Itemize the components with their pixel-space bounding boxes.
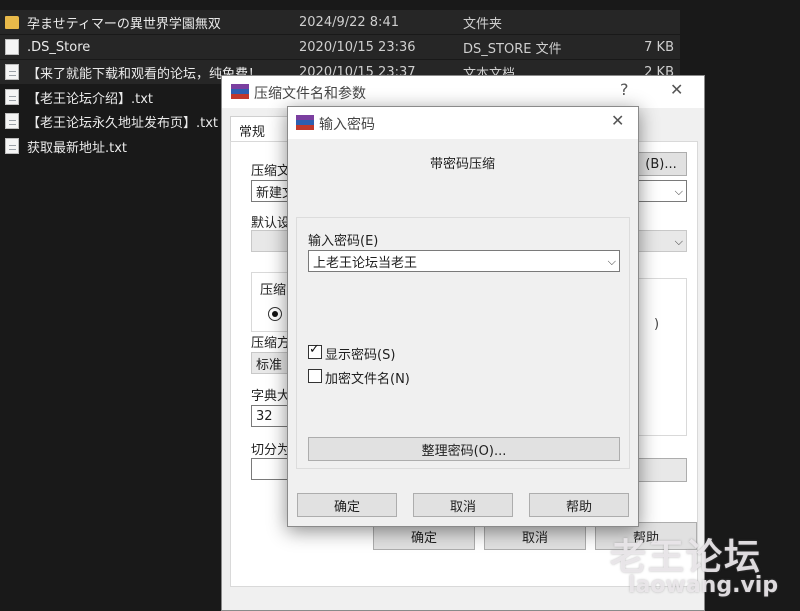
file-row[interactable]: .DS_Store 2020/10/15 23:36 DS_STORE 文件 7… — [0, 35, 680, 59]
archive-name-label: 压缩文 — [251, 164, 291, 179]
format-radio-button[interactable] — [268, 307, 282, 321]
text-file-icon — [5, 138, 19, 154]
archive-dialog-titlebar[interactable]: 压缩文件名和参数 ? ✕ — [222, 76, 704, 108]
password-label: 输入密码(E) — [308, 234, 379, 249]
password-value: 上老王论坛当老王 — [313, 255, 418, 271]
file-name: .DS_Store — [27, 39, 91, 55]
file-name: 【老王论坛永久地址发布页】.txt — [27, 115, 219, 131]
file-date: 2020/10/15 23:36 — [299, 39, 416, 55]
file-date: 2024/9/22 8:41 — [299, 14, 399, 30]
tab-general[interactable]: 常规 — [230, 116, 294, 142]
chevron-down-icon[interactable]: ⌵ — [675, 235, 683, 249]
watermark-url: laowang.vip — [628, 573, 779, 598]
password-cancel-button[interactable]: 取消 — [413, 493, 513, 517]
archive-dialog-title: 压缩文件名和参数 — [254, 86, 366, 102]
password-dialog-titlebar[interactable]: 输入密码 ✕ — [288, 107, 638, 139]
close-icon[interactable]: ✕ — [611, 111, 624, 130]
password-panel: 输入密码(E) 上老王论坛当老王 ⌵ ✓ 显示密码(S) 加密文件名(N) 整理… — [296, 217, 630, 469]
compression-method-label: 压缩方 — [251, 336, 291, 351]
text-file-icon — [5, 64, 19, 80]
compression-method-value: 标准 — [256, 357, 283, 373]
dictionary-size-value: 32 — [256, 408, 273, 424]
browse-button[interactable]: (B)... — [635, 152, 687, 176]
file-icon — [5, 39, 19, 55]
encrypt-filenames-label[interactable]: 加密文件名(N) — [325, 368, 410, 387]
password-ok-button[interactable]: 确定 — [297, 493, 397, 517]
file-type: DS_STORE 文件 — [463, 41, 562, 57]
enter-password-dialog: 输入密码 ✕ 带密码压缩 输入密码(E) 上老王论坛当老王 ⌵ ✓ 显示密码(S… — [287, 106, 639, 527]
show-password-label[interactable]: 显示密码(S) — [325, 344, 395, 363]
file-name: 孕ませティマーの異世界学園無双 — [27, 16, 221, 32]
close-icon[interactable]: ✕ — [670, 80, 683, 99]
checkmark-icon: ✓ — [309, 342, 320, 357]
file-size: 7 KB — [644, 39, 674, 55]
text-file-icon — [5, 113, 19, 129]
show-password-checkbox[interactable]: ✓ — [308, 342, 322, 359]
file-name: 【老王论坛介绍】.txt — [27, 91, 154, 107]
option-paren-text: ) — [654, 317, 660, 332]
dictionary-size-label: 字典大 — [251, 389, 291, 404]
file-row[interactable]: 孕ませティマーの異世界学園無双 2024/9/22 8:41 文件夹 — [0, 10, 680, 34]
file-type: 文件夹 — [463, 16, 503, 32]
password-input[interactable]: 上老王论坛当老王 ⌵ — [308, 250, 620, 272]
password-heading: 带密码压缩 — [430, 157, 496, 172]
archive-format-label: 压缩 — [260, 283, 287, 298]
help-icon[interactable]: ? — [620, 80, 629, 99]
set-password-button[interactable] — [635, 458, 687, 482]
winrar-icon — [296, 115, 314, 131]
chevron-down-icon[interactable]: ⌵ — [608, 255, 616, 269]
text-file-icon — [5, 89, 19, 105]
folder-icon — [5, 16, 19, 29]
organize-passwords-button[interactable]: 整理密码(O)... — [308, 437, 620, 461]
default-profile-label: 默认设 — [251, 216, 291, 231]
file-name: 获取最新地址.txt — [27, 140, 128, 156]
encrypt-filenames-checkbox[interactable] — [308, 369, 322, 383]
split-volumes-label: 切分为 — [251, 443, 291, 458]
password-dialog-title: 输入密码 — [319, 117, 375, 133]
winrar-icon — [231, 84, 249, 100]
password-help-button[interactable]: 帮助 — [529, 493, 629, 517]
chevron-down-icon[interactable]: ⌵ — [675, 185, 683, 199]
